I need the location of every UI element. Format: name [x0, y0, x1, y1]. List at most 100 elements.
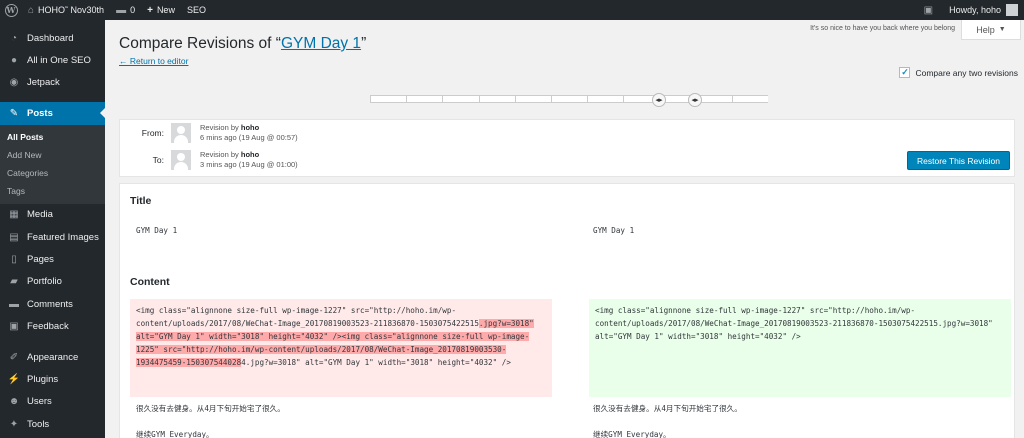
revision-header: From: Revision by hoho 6 mins ago (19 Au…: [119, 119, 1015, 177]
title-new: GYM Day 1: [593, 226, 635, 235]
site-name: HOHO˜ Nov30th: [38, 5, 105, 15]
slider-tick[interactable]: [731, 95, 769, 103]
main-content: It's so nice to have you back where you …: [105, 20, 1024, 438]
sidebar-item-label: Feedback: [27, 321, 69, 333]
dropdown-arrow-icon: ▼: [998, 26, 1006, 33]
revision-author: hoho: [240, 123, 260, 132]
byline-prefix: Revision by: [200, 123, 241, 132]
compare-two-revisions-toggle[interactable]: ✓ Compare any two revisions: [899, 67, 1018, 78]
sidebar-item-jetpack[interactable]: ◉ Jetpack: [0, 72, 105, 94]
revision-time: 3 mins ago (19 Aug @ 01:00): [200, 160, 298, 169]
avatar: [171, 150, 191, 170]
sidebar-item-comments[interactable]: ▬ Comments: [0, 293, 105, 315]
post-title-link[interactable]: GYM Day 1: [281, 35, 361, 52]
appearance-icon: ✐: [9, 351, 19, 363]
sidebar-item-label: All in One SEO: [27, 55, 91, 67]
slider-tick[interactable]: [514, 95, 551, 103]
title-heading: Title: [130, 195, 152, 207]
admin-bar: W ⌂ HOHO˜ Nov30th ▬ 0 + New SEO ▣ Howdy,…: [0, 0, 1024, 20]
slider-tick[interactable]: [587, 95, 624, 103]
revision-time: 6 mins ago (19 Aug @ 00:57): [200, 133, 298, 142]
site-name-link[interactable]: ⌂ HOHO˜ Nov30th: [22, 0, 110, 20]
slider-handle-from[interactable]: ◂▸: [652, 93, 666, 107]
slider-handle-to[interactable]: ◂▸: [688, 93, 702, 107]
from-label: From:: [141, 128, 164, 138]
sidebar-item-label: Appearance: [27, 351, 79, 363]
account-menu[interactable]: Howdy, hoho: [943, 0, 1024, 20]
to-label: To:: [152, 155, 164, 165]
sidebar-item-featured-images[interactable]: ▤ Featured Images: [0, 226, 105, 248]
sidebar-item-tools[interactable]: ✦ Tools: [0, 413, 105, 435]
return-to-editor-link[interactable]: ← Return to editor: [119, 56, 188, 66]
welcome-message: It's so nice to have you back where you …: [810, 25, 955, 32]
restore-revision-button[interactable]: Restore This Revision: [907, 151, 1010, 170]
sidebar-item-label: Dashboard: [27, 32, 74, 44]
new-content-link[interactable]: + New: [141, 0, 181, 20]
sidebar-item-portfolio[interactable]: ▰ Portfolio: [0, 271, 105, 293]
sidebar-item-label: Media: [27, 209, 53, 221]
sidebar-item-all-in-one-seo[interactable]: ● All in One SEO: [0, 49, 105, 71]
help-button[interactable]: Help ▼: [961, 20, 1021, 40]
seo-icon: ●: [10, 55, 18, 67]
title-prefix: Compare Revisions of “: [119, 35, 281, 52]
submenu-categories[interactable]: Categories: [0, 164, 105, 182]
avatar: [171, 123, 191, 143]
media-icon: ▦: [9, 209, 19, 221]
submenu-tags[interactable]: Tags: [0, 182, 105, 200]
revision-slider[interactable]: ◂▸ ◂▸: [370, 93, 769, 107]
users-icon: ☻: [8, 396, 20, 408]
revision-diff: Title GYM Day 1 GYM Day 1 Content <img c…: [119, 183, 1015, 438]
page-title: Compare Revisions of “GYM Day 1”: [119, 35, 366, 53]
sidebar-item-label: Featured Images: [27, 231, 99, 243]
revision-to-meta: Revision by hoho 3 mins ago (19 Aug @ 01…: [200, 150, 298, 170]
compare-checkbox[interactable]: ✓: [899, 67, 911, 78]
sidebar-item-media[interactable]: ▦ Media: [0, 204, 105, 226]
pushpin-icon: ✎: [9, 107, 19, 119]
jetpack-icon: ◉: [9, 77, 19, 89]
sidebar-item-pages[interactable]: ▯ Pages: [0, 248, 105, 270]
revision-from-meta: Revision by hoho 6 mins ago (19 Aug @ 00…: [200, 123, 298, 143]
submenu-add-new[interactable]: Add New: [0, 146, 105, 164]
slider-tick[interactable]: [406, 95, 443, 103]
deleted-content-block: <img class="alignnone size-full wp-image…: [130, 299, 552, 397]
title-old: GYM Day 1: [136, 226, 178, 235]
slider-tick[interactable]: [550, 95, 588, 103]
sidebar-item-users[interactable]: ☻ Users: [0, 391, 105, 413]
unchanged-code: 4.jpg?w=3018" alt="GYM Day 1" width="301…: [241, 358, 511, 367]
sidebar-item-label: Tools: [27, 418, 50, 430]
revision-to: To: Revision by hoho 3 mins ago (19 Aug …: [120, 150, 298, 170]
featured-images-icon: ▤: [9, 231, 19, 243]
sidebar-item-plugins[interactable]: ⚡ Plugins: [0, 368, 105, 390]
sidebar-item-label: Posts: [27, 107, 53, 119]
compare-label: Compare any two revisions: [915, 67, 1018, 78]
slider-tick[interactable]: [370, 95, 407, 103]
sidebar-item-dashboard[interactable]: ◔ Dashboard: [0, 27, 105, 49]
dashboard-icon: ◔: [10, 32, 18, 44]
howdy-text: Howdy, hoho: [949, 5, 1001, 15]
revision-author: hoho: [240, 150, 260, 159]
sidebar-item-appearance[interactable]: ✐ Appearance: [0, 346, 105, 368]
content-line-old: 很久没有去健身。从4月下旬开始宅了很久。: [136, 404, 285, 413]
unchanged-code: <img class="alignnone size-full wp-image…: [136, 306, 479, 328]
sidebar-item-label: Portfolio: [27, 276, 62, 288]
content-line-old: 继续GYM Everyday。: [136, 430, 214, 438]
wordpress-logo-button[interactable]: W: [0, 0, 22, 20]
tools-icon: ✦: [9, 418, 19, 430]
slider-tick[interactable]: [478, 95, 515, 103]
comments-icon: ▬: [9, 298, 19, 310]
pages-icon: ▯: [11, 254, 17, 266]
seo-link[interactable]: SEO: [181, 0, 212, 20]
revision-from: From: Revision by hoho 6 mins ago (19 Au…: [120, 123, 298, 143]
notifications-button[interactable]: ▣: [918, 0, 943, 20]
sidebar-item-feedback[interactable]: ▣ Feedback: [0, 316, 105, 338]
submenu-all-posts[interactable]: All Posts: [0, 128, 105, 146]
admin-sidebar: ◔ Dashboard ● All in One SEO ◉ Jetpack ✎…: [0, 20, 105, 438]
slider-tick[interactable]: [442, 95, 479, 103]
sidebar-item-posts[interactable]: ✎ Posts: [0, 102, 105, 125]
new-label: New: [156, 5, 175, 15]
title-suffix: ”: [361, 35, 367, 52]
sidebar-item-label: Comments: [27, 298, 73, 310]
notification-icon: ▣: [923, 4, 934, 16]
comments-link[interactable]: ▬ 0: [110, 0, 141, 20]
sidebar-item-label: Users: [27, 396, 52, 408]
